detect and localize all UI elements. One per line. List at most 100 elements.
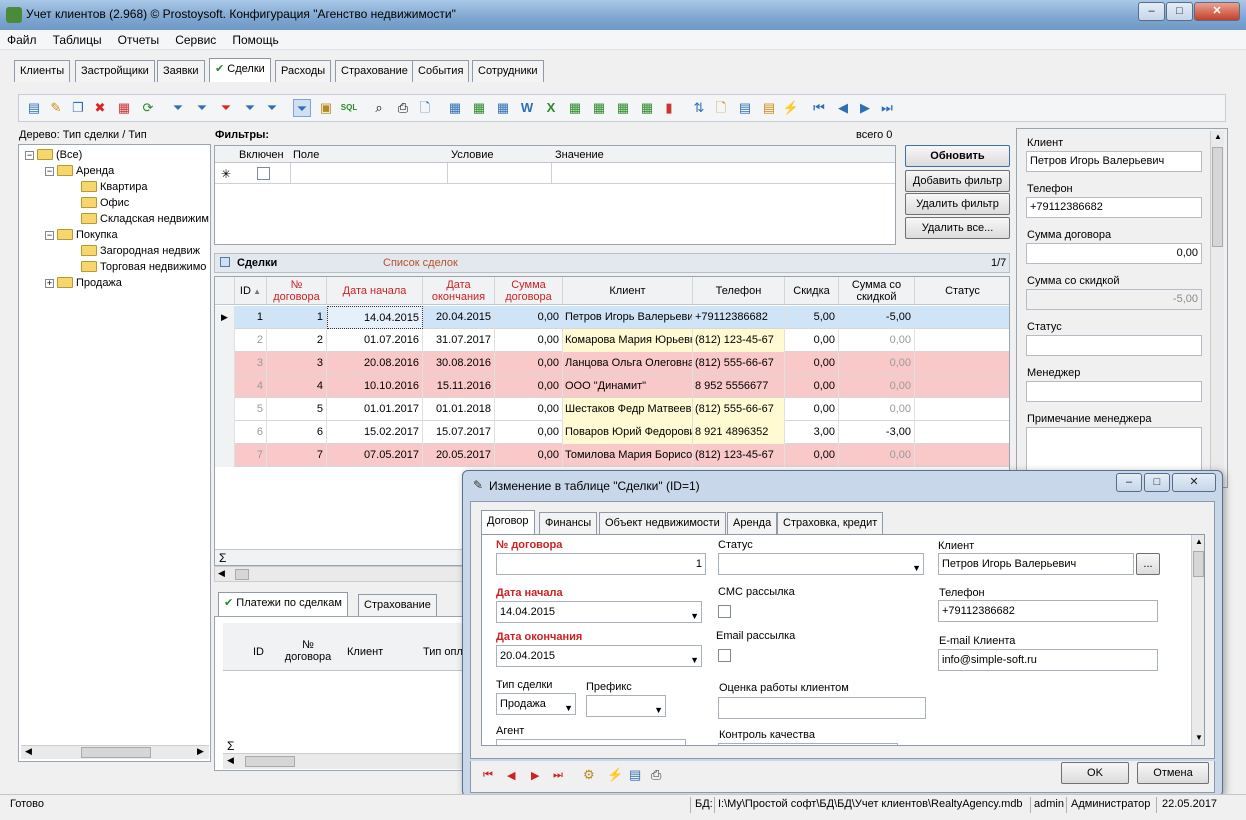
- export-excel-icon[interactable]: ▦: [470, 99, 488, 117]
- col-discount-sum[interactable]: Сумма со скидкой: [839, 277, 915, 305]
- cell-phone[interactable]: (812) 123-45-67: [693, 444, 785, 467]
- col-start-date[interactable]: Дата начала: [327, 277, 423, 305]
- next-record-icon[interactable]: ▶: [531, 769, 539, 782]
- cell-end[interactable]: 20.04.2015: [423, 306, 495, 329]
- dropdown-arrow-icon[interactable]: ▼: [690, 606, 699, 626]
- tab-insurance-credit[interactable]: Страховка, кредит: [777, 512, 884, 534]
- menu-service[interactable]: Сервис: [168, 30, 222, 47]
- cell-start[interactable]: 10.10.2016: [327, 375, 423, 398]
- cell-phone[interactable]: 8 921 4896352: [693, 421, 785, 444]
- tree-item-apartment[interactable]: Квартира: [81, 179, 148, 195]
- cell-id[interactable]: 1: [235, 306, 267, 329]
- cell-id[interactable]: 5: [235, 398, 267, 421]
- export-icon[interactable]: ▦: [446, 99, 464, 117]
- scroll-thumb[interactable]: [1193, 551, 1204, 577]
- export-xls-icon[interactable]: X: [542, 99, 560, 117]
- filter-enabled-checkbox[interactable]: [257, 167, 270, 180]
- tree-item-warehouse[interactable]: Складская недвижим: [81, 211, 209, 227]
- cell-sum[interactable]: 0,00: [495, 352, 563, 375]
- edit-icon[interactable]: ✎: [47, 99, 65, 117]
- cell-end[interactable]: 20.05.2017: [423, 444, 495, 467]
- row-indicator[interactable]: [215, 375, 235, 398]
- dialog-close-button[interactable]: ✕: [1172, 473, 1216, 492]
- cell-dsum[interactable]: 0,00: [839, 375, 915, 398]
- cell-status[interactable]: [915, 375, 1009, 398]
- filter-icon[interactable]: ⏷: [169, 99, 187, 117]
- col-status[interactable]: Статус: [915, 277, 1009, 305]
- menu-reports[interactable]: Отчеты: [111, 30, 165, 47]
- cell-disc[interactable]: 5,00: [785, 306, 839, 329]
- cell-end[interactable]: 01.01.2018: [423, 398, 495, 421]
- cell-disc[interactable]: 0,00: [785, 375, 839, 398]
- cell-num[interactable]: 2: [267, 329, 327, 352]
- cell-num[interactable]: 5: [267, 398, 327, 421]
- tab-clients[interactable]: Клиенты: [14, 60, 71, 82]
- delete-filter-button[interactable]: Удалить фильтр: [905, 193, 1010, 215]
- end-date-field[interactable]: 20.04.2015 ▼: [496, 645, 702, 667]
- dropdown-arrow-icon[interactable]: ▼: [564, 698, 573, 718]
- scroll-down-icon[interactable]: ▼: [1195, 733, 1203, 742]
- cell-num[interactable]: 1: [267, 306, 327, 329]
- cell-status[interactable]: [915, 306, 1009, 329]
- minimize-button[interactable]: ‒: [1138, 2, 1165, 21]
- table-row[interactable]: ▶ 1 1 14.04.2015 20.04.2015 0,00 Петров Игорь …: [215, 306, 1009, 329]
- col-sum[interactable]: Сумма договора: [495, 277, 563, 305]
- cell-id[interactable]: 7: [235, 444, 267, 467]
- tree-item-purchase[interactable]: − Покупка: [45, 227, 118, 243]
- tab-property[interactable]: Объект недвижимости: [599, 512, 726, 534]
- tab-contract[interactable]: Договор: [481, 510, 535, 534]
- cell-start[interactable]: 15.02.2017: [327, 421, 423, 444]
- lightning-icon[interactable]: ⚡: [607, 767, 623, 783]
- delete-icon[interactable]: ✖: [91, 99, 109, 117]
- cell-start[interactable]: 01.01.2017: [327, 398, 423, 421]
- collapse-icon[interactable]: −: [45, 167, 54, 176]
- start-date-field[interactable]: 14.04.2015 ▼: [496, 601, 702, 623]
- tab-employees[interactable]: Сотрудники: [472, 60, 544, 82]
- cell-end[interactable]: 15.07.2017: [423, 421, 495, 444]
- scroll-right-icon[interactable]: ▶: [197, 746, 204, 757]
- tree-item-country[interactable]: Загородная недвиж: [81, 243, 200, 259]
- status-select[interactable]: ▼: [718, 553, 924, 575]
- rating-field[interactable]: [718, 697, 926, 719]
- cell-sum[interactable]: 0,00: [495, 375, 563, 398]
- menu-help[interactable]: Помощь: [225, 30, 284, 47]
- cell-disc[interactable]: 0,00: [785, 352, 839, 375]
- quality-field[interactable]: [718, 743, 898, 745]
- cell-client[interactable]: Томилова Мария Борисовна: [563, 444, 693, 467]
- row-indicator[interactable]: [215, 421, 235, 444]
- search-icon[interactable]: ⌕: [370, 99, 388, 117]
- col-client[interactable]: Клиент: [563, 277, 693, 305]
- tree-hscrollbar[interactable]: ◀ ▶: [21, 745, 209, 759]
- deals-hscrollbar[interactable]: ◀: [214, 566, 464, 582]
- table-row[interactable]: 5 5 01.01.2017 01.01.2018 0,00 Шестаков Федр …: [215, 398, 1009, 421]
- cell-disc[interactable]: 0,00: [785, 329, 839, 352]
- cell-phone[interactable]: (812) 555-66-67: [693, 398, 785, 421]
- row-indicator[interactable]: [215, 444, 235, 467]
- tree-item-sale[interactable]: + Продажа: [45, 275, 122, 291]
- cell-dsum[interactable]: 0,00: [839, 352, 915, 375]
- client-lookup-button[interactable]: ...: [1136, 553, 1160, 575]
- cell-sum[interactable]: 0,00: [495, 444, 563, 467]
- import-csv-icon[interactable]: ▦: [590, 99, 608, 117]
- table-row[interactable]: 3 3 20.08.2016 30.08.2016 0,00 Ланцова Ольга …: [215, 352, 1009, 375]
- last-record-icon[interactable]: ⏭: [553, 769, 563, 782]
- col-id[interactable]: ID ▲: [235, 277, 267, 305]
- close-button[interactable]: ✕: [1194, 2, 1240, 21]
- filter-remove-icon[interactable]: ⏷: [193, 99, 211, 117]
- cell-sum[interactable]: 0,00: [495, 421, 563, 444]
- scroll-left-icon[interactable]: ◀: [218, 568, 225, 579]
- table-row[interactable]: 4 4 10.10.2016 15.11.2016 0,00 ООО "Динамит" 8…: [215, 375, 1009, 398]
- table-row[interactable]: 7 7 07.05.2017 20.05.2017 0,00 Томилова Мария…: [215, 444, 1009, 467]
- scroll-thumb[interactable]: [1212, 147, 1223, 247]
- row-indicator[interactable]: ▶: [215, 306, 235, 329]
- cell-client[interactable]: Петров Игорь Валерьевич: [563, 306, 693, 329]
- cell-status[interactable]: [915, 398, 1009, 421]
- client-field[interactable]: Петров Игорь Валерьевич: [938, 553, 1134, 575]
- cancel-button[interactable]: Отмена: [1137, 762, 1209, 784]
- dialog-maximize-button[interactable]: □: [1144, 473, 1170, 492]
- cell-end[interactable]: 15.11.2016: [423, 375, 495, 398]
- group-icon[interactable]: ▣: [317, 99, 335, 117]
- tab-deals[interactable]: ✔ Сделки: [209, 58, 271, 82]
- rp-vscrollbar[interactable]: ▲: [1210, 131, 1224, 481]
- cell-client[interactable]: Комарова Мария Юрьевна: [563, 329, 693, 352]
